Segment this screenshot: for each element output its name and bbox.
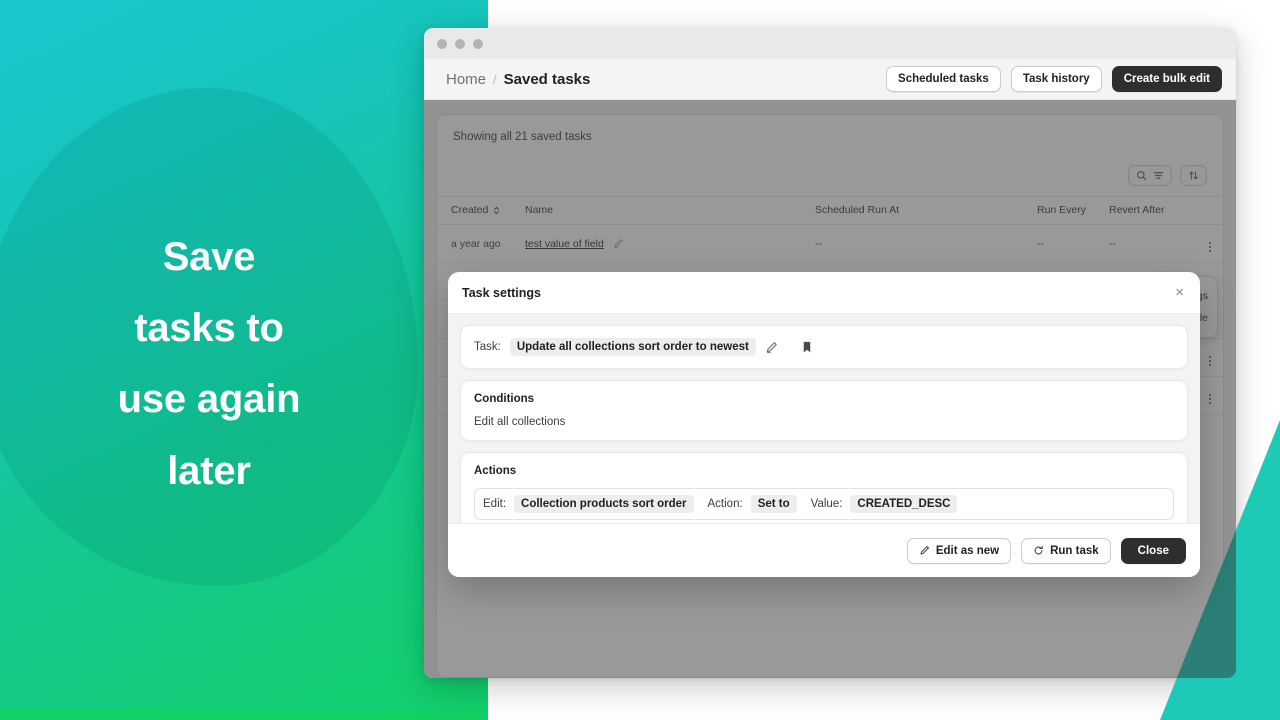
action-edit-label: Edit: — [483, 498, 507, 510]
run-task-button[interactable]: Run task — [1021, 537, 1111, 564]
create-bulk-edit-button[interactable]: Create bulk edit — [1111, 66, 1222, 92]
promo-bottom-strip — [0, 710, 488, 720]
action-row: Edit: Collection products sort order Act… — [474, 488, 1174, 520]
breadcrumb-separator: / — [493, 71, 497, 87]
browser-titlebar — [424, 28, 1236, 59]
close-icon[interactable]: × — [1175, 285, 1184, 300]
actions-title: Actions — [474, 465, 517, 477]
pencil-icon — [919, 545, 930, 556]
window-maximize-dot[interactable] — [473, 38, 483, 49]
modal-title: Task settings — [462, 285, 541, 300]
task-history-button[interactable]: Task history — [1010, 66, 1102, 92]
modal-header: Task settings × — [448, 272, 1200, 314]
scheduled-tasks-button[interactable]: Scheduled tasks — [886, 66, 1001, 92]
breadcrumb-home[interactable]: Home — [446, 71, 486, 88]
edit-as-new-label: Edit as new — [935, 544, 1000, 557]
action-value-label: Value: — [810, 498, 843, 510]
task-card: Task: Update all collections sort order … — [460, 325, 1188, 369]
window-close-dot[interactable] — [437, 38, 447, 49]
close-button[interactable]: Close — [1120, 537, 1186, 564]
promo-headline: Save tasks to use again later — [117, 235, 301, 493]
page-body: Showing all 21 saved tasks — [424, 100, 1236, 678]
conditions-card: Conditions Edit all collections — [460, 380, 1188, 441]
task-value: Update all collections sort order to new… — [509, 338, 756, 356]
promo-background: Save tasks to use again later — [0, 0, 488, 720]
modal-footer: Edit as new Run task Close — [448, 523, 1200, 577]
browser-window: Home / Saved tasks Scheduled tasks Task … — [424, 28, 1236, 678]
conditions-text: Edit all collections — [474, 416, 566, 428]
action-action-label: Action: — [707, 498, 743, 510]
screenshot-root: Save tasks to use again later Home / Sav… — [0, 0, 1280, 720]
page-title: Saved tasks — [503, 70, 591, 88]
run-task-label: Run task — [1050, 544, 1099, 557]
refresh-icon — [1033, 545, 1044, 556]
app-header: Home / Saved tasks Scheduled tasks Task … — [424, 59, 1236, 100]
task-settings-modal: Task settings × Task: Update all collect… — [448, 272, 1200, 577]
task-row: Task: Update all collections sort order … — [474, 338, 1174, 356]
action-value-value: CREATED_DESC — [850, 495, 958, 513]
header-actions: Scheduled tasks Task history Create bulk… — [886, 66, 1222, 92]
conditions-title: Conditions — [474, 393, 535, 405]
edit-as-new-button[interactable]: Edit as new — [906, 537, 1012, 564]
window-minimize-dot[interactable] — [455, 38, 465, 49]
breadcrumb: Home / Saved tasks — [446, 71, 590, 88]
action-edit-value: Collection products sort order — [514, 495, 694, 513]
task-label: Task: — [474, 341, 501, 353]
pencil-icon[interactable] — [765, 341, 778, 354]
bookmark-icon[interactable] — [801, 341, 813, 354]
actions-card: Actions Edit: Collection products sort o… — [460, 452, 1188, 523]
modal-body: Task: Update all collections sort order … — [448, 314, 1200, 523]
action-action-value: Set to — [750, 495, 797, 513]
